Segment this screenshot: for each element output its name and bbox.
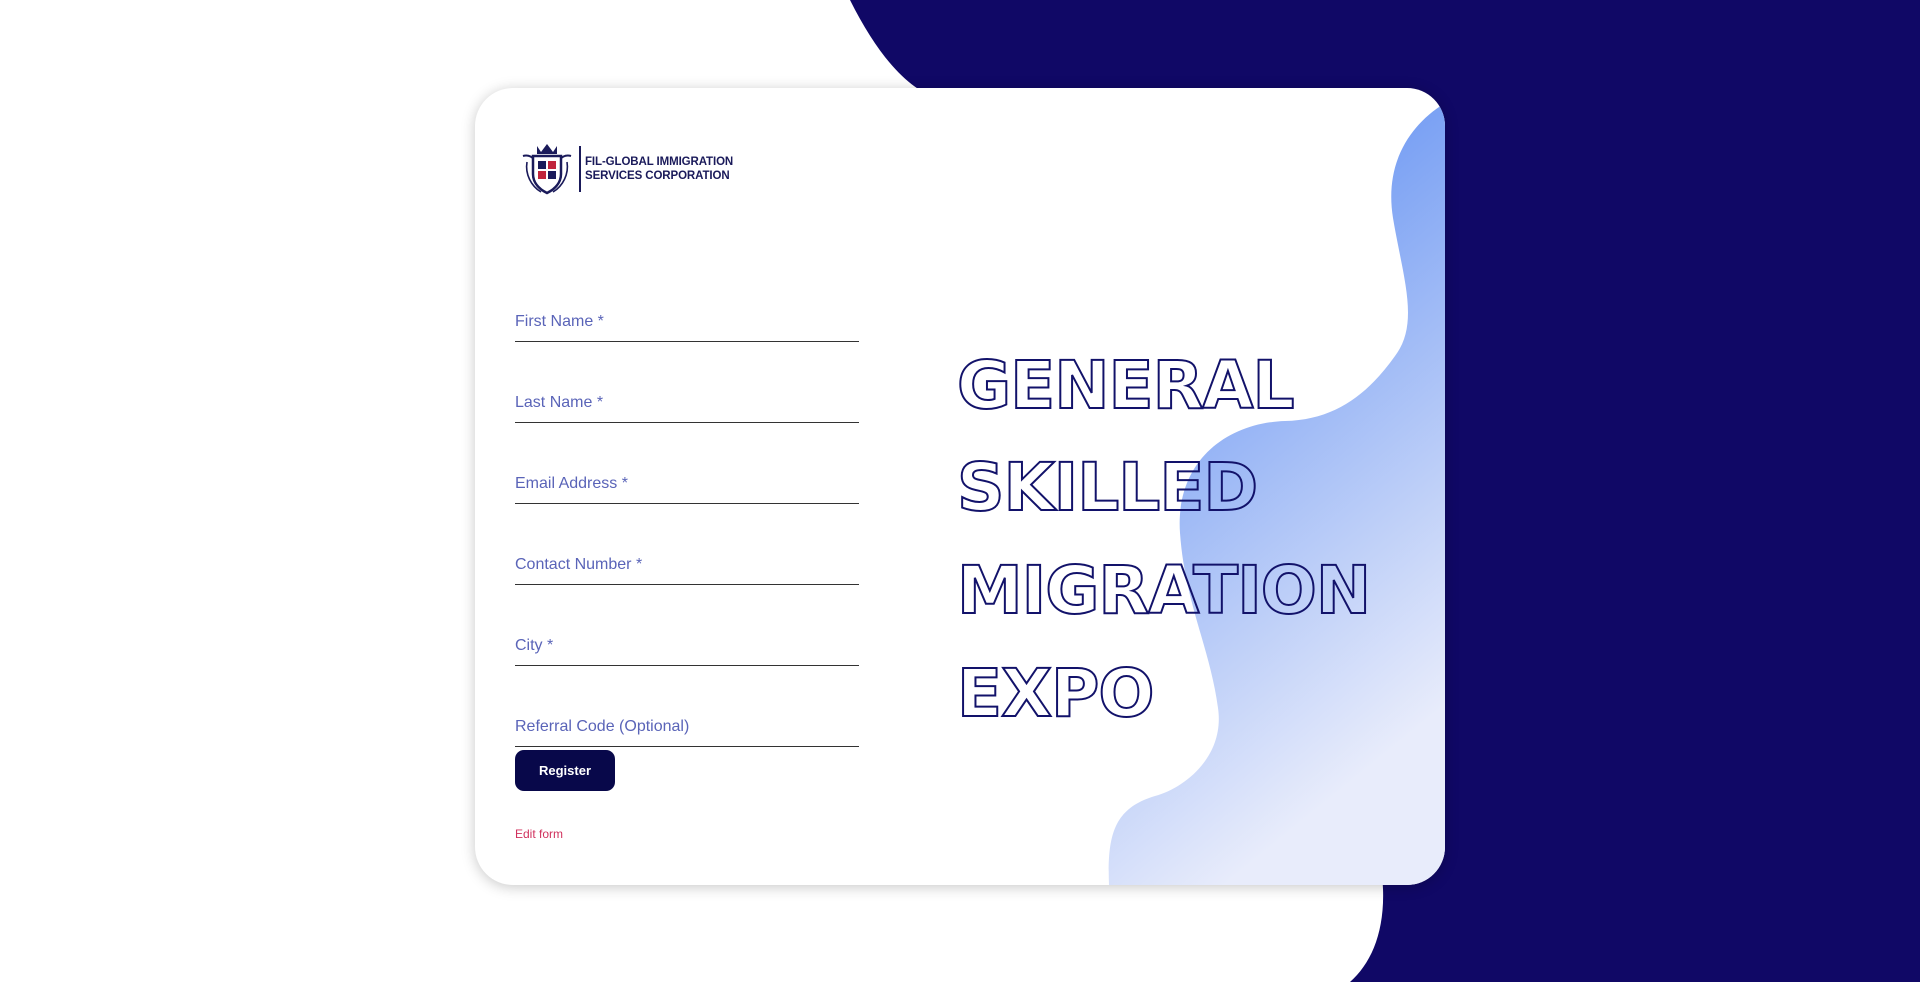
expo-headline: GENERAL SKILLED MIGRATION EXPO — [956, 348, 1372, 733]
contact-number-field-wrapper — [515, 529, 859, 585]
referral-code-field-wrapper — [515, 691, 859, 747]
referral-code-input[interactable] — [515, 707, 859, 747]
city-input[interactable] — [515, 626, 859, 666]
contact-number-input[interactable] — [515, 545, 859, 585]
register-button[interactable]: Register — [515, 750, 615, 791]
headline-line-4: EXPO — [957, 655, 1153, 732]
crest-icon — [522, 144, 572, 195]
registration-form — [515, 286, 859, 772]
headline-line-1: GENERAL — [957, 348, 1294, 424]
city-field-wrapper — [515, 610, 859, 666]
last-name-field-wrapper — [515, 367, 859, 423]
email-field-wrapper — [515, 448, 859, 504]
first-name-field-wrapper — [515, 286, 859, 342]
headline-line-3: MIGRATION — [957, 552, 1370, 629]
last-name-input[interactable] — [515, 383, 859, 423]
registration-card: FIL-GLOBAL IMMIGRATION SERVICES CORPORAT… — [475, 88, 1445, 885]
headline-line-2: SKILLED — [957, 449, 1257, 526]
first-name-input[interactable] — [515, 302, 859, 342]
logo-line-1: FIL-GLOBAL IMMIGRATION — [585, 156, 734, 168]
logo-line-2: SERVICES CORPORATION — [585, 170, 730, 182]
logo-text: FIL-GLOBAL IMMIGRATION SERVICES CORPORAT… — [585, 155, 733, 183]
logo-divider — [579, 146, 581, 192]
email-input[interactable] — [515, 464, 859, 504]
company-logo: FIL-GLOBAL IMMIGRATION SERVICES CORPORAT… — [519, 142, 733, 196]
edit-form-link[interactable]: Edit form — [515, 827, 563, 841]
